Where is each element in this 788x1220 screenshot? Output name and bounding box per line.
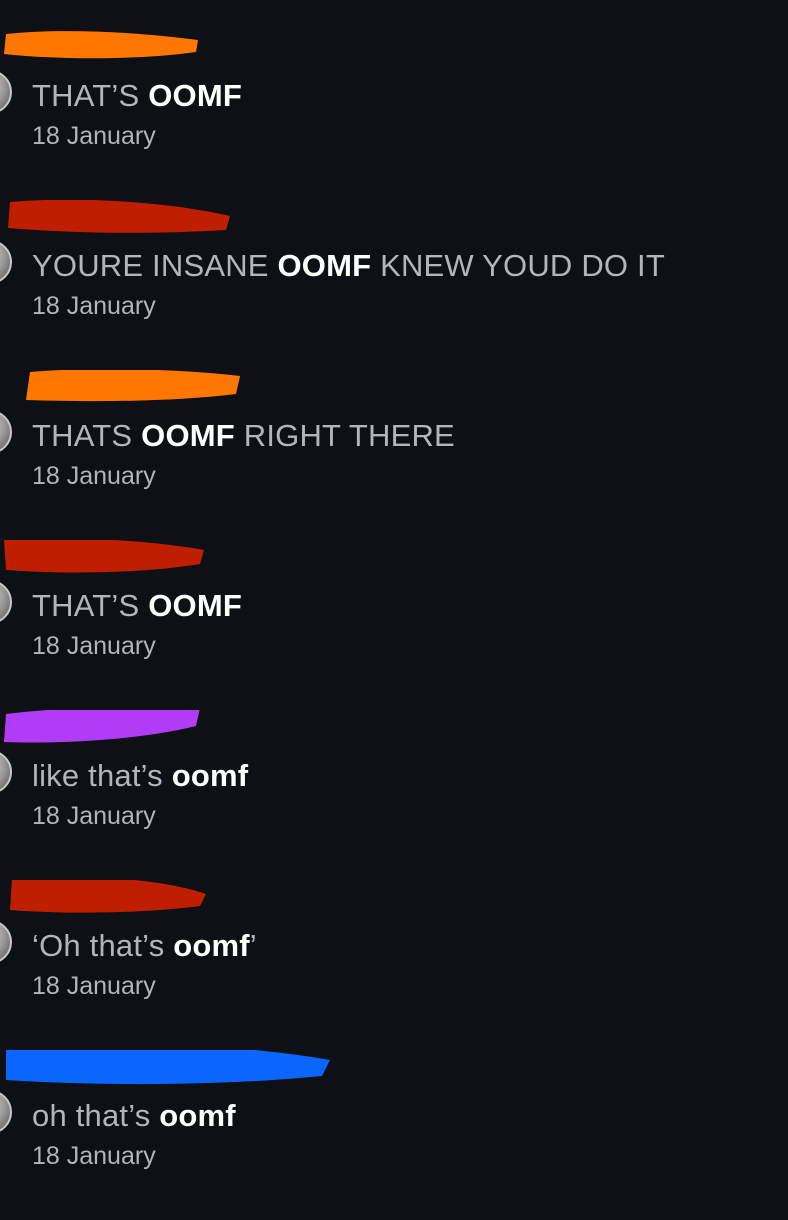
redaction-scribble: [6, 1050, 330, 1085]
avatar[interactable]: [0, 750, 12, 794]
comment-text: ‘Oh that’s oomf’: [32, 928, 257, 963]
mention-highlight: OOMF: [148, 588, 243, 623]
redacted-username: [6, 1050, 330, 1085]
comment-item[interactable]: oh that’s oomf 18 January: [0, 1050, 788, 1220]
redaction-scribble: [4, 31, 198, 59]
redacted-username: [4, 540, 204, 573]
comment-date: 18 January: [32, 292, 156, 320]
mention-highlight: oomf: [171, 758, 249, 793]
redaction-scribble: [26, 370, 240, 402]
comment-text: THATS OOMF RIGHT THERE: [32, 418, 455, 453]
mention-highlight: OOMF: [141, 418, 235, 453]
comment-date: 18 January: [32, 462, 156, 490]
avatar[interactable]: [0, 70, 12, 114]
comment-date: 18 January: [32, 972, 156, 1000]
avatar[interactable]: [0, 240, 12, 284]
comment-item[interactable]: THAT’S OOMF 18 January: [0, 30, 788, 200]
redaction-scribble: [8, 200, 230, 233]
comment-item[interactable]: ‘Oh that’s oomf’ 18 January: [0, 880, 788, 1050]
redacted-username: [26, 370, 240, 402]
comment-feed: THAT’S OOMF 18 January YOURE INSANE OOMF…: [0, 0, 788, 1200]
avatar[interactable]: [0, 920, 12, 964]
comment-item[interactable]: THATS OOMF RIGHT THERE 18 January: [0, 370, 788, 540]
redaction-scribble: [4, 710, 200, 743]
comment-text: YOURE INSANE OOMF KNEW YOUD DO IT: [32, 248, 665, 283]
mention-highlight: OOMF: [148, 78, 243, 113]
redaction-scribble: [4, 540, 204, 573]
mention-highlight: OOMF: [277, 248, 372, 283]
comment-date: 18 January: [32, 122, 156, 150]
avatar[interactable]: [0, 1090, 12, 1134]
redaction-scribble: [10, 880, 206, 913]
mention-highlight: oomf: [173, 928, 250, 963]
redacted-username: [4, 710, 200, 743]
comment-date: 18 January: [32, 802, 156, 830]
comment-text: THAT’S OOMF: [32, 588, 243, 623]
avatar[interactable]: [0, 580, 12, 624]
comment-text: THAT’S OOMF: [32, 78, 243, 113]
avatar[interactable]: [0, 410, 12, 454]
comment-item[interactable]: YOURE INSANE OOMF KNEW YOUD DO IT 18 Jan…: [0, 200, 788, 370]
comment-item[interactable]: THAT’S OOMF 18 January: [0, 540, 788, 710]
comment-date: 18 January: [32, 1142, 156, 1170]
mention-highlight: oomf: [159, 1098, 236, 1133]
redacted-username: [4, 31, 198, 59]
comment-date: 18 January: [32, 632, 156, 660]
comment-item[interactable]: like that’s oomf 18 January: [0, 710, 788, 880]
comment-text: like that’s oomf: [32, 758, 249, 793]
redacted-username: [10, 880, 206, 913]
comment-text: oh that’s oomf: [32, 1098, 236, 1133]
redacted-username: [8, 200, 230, 233]
